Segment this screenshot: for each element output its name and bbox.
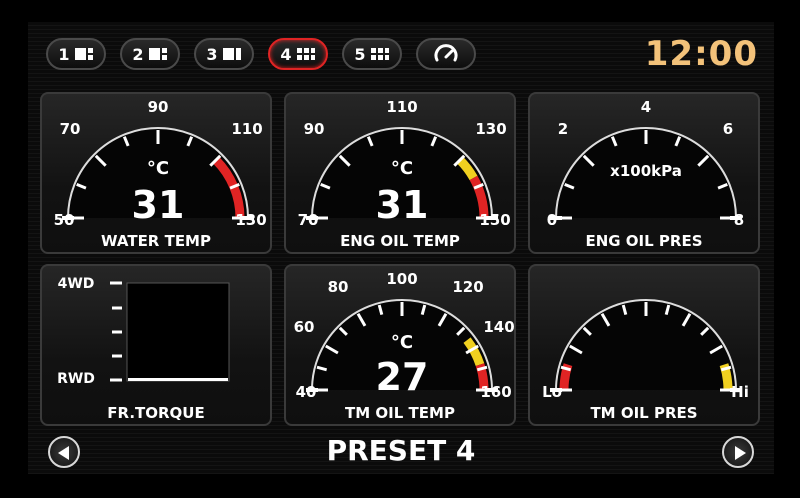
eng-oil-temp-gauge[interactable]: °C 31 70 90 110 130 150 ENG OIL TEMP xyxy=(284,92,516,254)
arrow-right-icon xyxy=(735,446,746,460)
eng-oil-temp-dial: °C 31 70 90 110 130 150 xyxy=(298,98,511,229)
layout-1-icon xyxy=(74,48,93,60)
tab-label: 3 xyxy=(206,44,218,64)
tick-label: 40 xyxy=(296,383,317,401)
eng-oil-pres-gauge[interactable]: x100kPa 0 2 4 6 8 ENG OIL PRES xyxy=(528,92,760,254)
gauge-icon xyxy=(434,44,458,62)
tick-label: 60 xyxy=(294,318,315,336)
tick-label: 140 xyxy=(483,318,514,336)
preset-label: PRESET 4 xyxy=(326,434,476,467)
tab-label: 5 xyxy=(354,44,366,64)
tick-label: 90 xyxy=(148,98,169,116)
torque-bar-track xyxy=(126,282,230,382)
unit-label: °C xyxy=(391,332,413,353)
value-readout: 31 xyxy=(132,183,185,227)
water-temp-dial: °C 31 50 70 90 110 130 xyxy=(54,98,267,229)
eng-oil-pres-dial: x100kPa 0 2 4 6 8 xyxy=(547,98,744,229)
tick-label: 4 xyxy=(641,98,651,116)
value-readout: 27 xyxy=(376,355,429,399)
tab-preset-1[interactable]: 1 xyxy=(46,38,106,70)
next-preset-button[interactable] xyxy=(722,436,754,468)
hi-label: Hi xyxy=(731,383,749,401)
tick-label: 130 xyxy=(235,211,266,229)
tick-label: 70 xyxy=(298,211,319,229)
torque-bar-fill xyxy=(128,378,228,381)
tab-gauge-settings[interactable] xyxy=(416,38,476,70)
tab-label: 4 xyxy=(280,44,292,64)
tab-preset-5[interactable]: 5 xyxy=(342,38,402,70)
tick-label: 80 xyxy=(328,278,349,296)
top-label: 4WD xyxy=(58,276,95,292)
bottom-bar: PRESET 4 xyxy=(28,426,774,474)
tick-label: 8 xyxy=(734,211,744,229)
tick-label: 50 xyxy=(54,211,75,229)
dial-ticks xyxy=(550,299,742,392)
tm-oil-pres-dial: Lo Hi xyxy=(542,299,749,401)
value-readout: 31 xyxy=(376,183,429,227)
display-screen: 1 2 3 4 5 12:00 °C 31 50 70 90 110 130 W… xyxy=(28,22,774,474)
gauge-title: ENG OIL TEMP xyxy=(340,232,460,250)
tm-oil-temp-gauge[interactable]: °C 27 40 60 80 100 120 140 160 TM OIL TE… xyxy=(284,264,516,426)
gauge-title: FR.TORQUE xyxy=(107,404,205,422)
unit-label: x100kPa xyxy=(610,162,682,180)
gauge-title: TM OIL PRES xyxy=(590,404,698,422)
tab-label: 2 xyxy=(132,44,144,64)
tick-label: 100 xyxy=(386,270,417,288)
tab-preset-2[interactable]: 2 xyxy=(120,38,180,70)
unit-label: °C xyxy=(391,158,413,179)
unit-label: °C xyxy=(147,158,169,179)
fr-torque-gauge[interactable]: 4WD RWD FR.TORQUE xyxy=(40,264,272,426)
gauge-title: WATER TEMP xyxy=(101,232,211,250)
tick-label: 6 xyxy=(723,120,733,138)
bottom-label: RWD xyxy=(57,371,95,387)
scale-ticks xyxy=(110,281,122,382)
tab-preset-3[interactable]: 3 xyxy=(194,38,254,70)
tick-label: 110 xyxy=(231,120,262,138)
tm-oil-pres-gauge[interactable]: Lo Hi TM OIL PRES xyxy=(528,264,760,426)
tm-oil-temp-dial: °C 27 40 60 80 100 120 140 160 xyxy=(294,270,514,401)
top-bar: 1 2 3 4 5 12:00 xyxy=(28,22,774,82)
fr-torque-bar: 4WD RWD xyxy=(57,276,230,387)
tick-label: 160 xyxy=(480,383,511,401)
tick-label: 110 xyxy=(386,98,417,116)
layout-2-icon xyxy=(148,48,167,60)
water-temp-gauge[interactable]: °C 31 50 70 90 110 130 WATER TEMP xyxy=(40,92,272,254)
tick-label: 150 xyxy=(479,211,510,229)
tick-label: 2 xyxy=(558,120,568,138)
tick-label: 0 xyxy=(547,211,557,229)
tick-label: 70 xyxy=(60,120,81,138)
layout-4-icon xyxy=(296,48,315,60)
gauge-title: TM OIL TEMP xyxy=(345,404,455,422)
lo-label: Lo xyxy=(542,383,562,401)
tick-label: 130 xyxy=(475,120,506,138)
clock: 12:00 xyxy=(644,34,758,74)
gauge-title: ENG OIL PRES xyxy=(585,232,703,250)
tab-label: 1 xyxy=(58,44,70,64)
tick-label: 90 xyxy=(304,120,325,138)
layout-5-icon xyxy=(370,48,389,60)
tick-label: 120 xyxy=(452,278,483,296)
tab-preset-4[interactable]: 4 xyxy=(268,38,328,70)
layout-3-icon xyxy=(222,48,241,60)
